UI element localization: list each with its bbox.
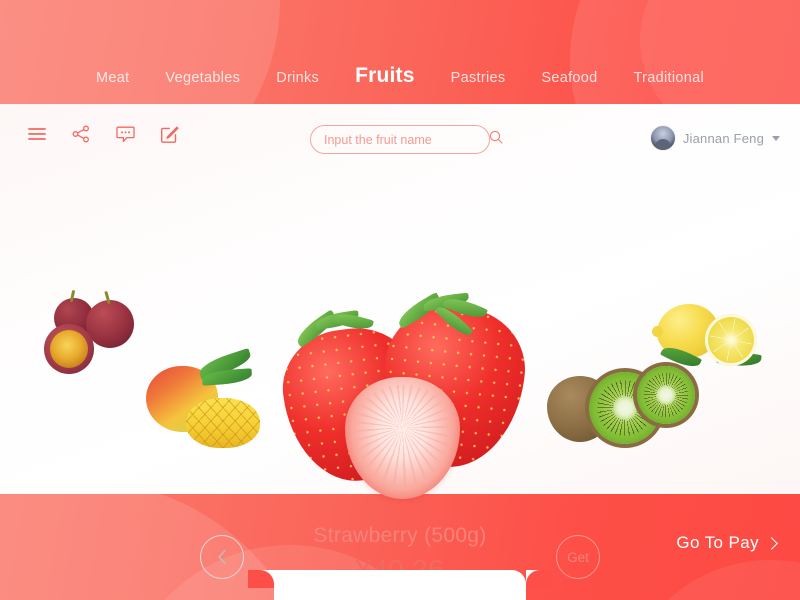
share-icon[interactable] — [70, 123, 92, 145]
user-menu[interactable]: Jiannan Feng — [650, 126, 780, 150]
avatar — [650, 126, 675, 150]
chevron-down-icon[interactable] — [772, 135, 780, 141]
hamburger-menu-icon[interactable] — [26, 123, 48, 145]
cart-drawer[interactable] — [248, 570, 552, 600]
fruit-lemon[interactable] — [652, 300, 765, 385]
nav-item-fruits[interactable]: Fruits — [355, 64, 415, 88]
fruit-mango[interactable] — [140, 348, 260, 459]
nav-item-meat[interactable]: Meat — [96, 70, 129, 86]
compose-edit-icon[interactable] — [158, 123, 180, 145]
chevron-left-icon — [217, 549, 226, 565]
nav-item-vegetables[interactable]: Vegetables — [165, 70, 240, 86]
search-input[interactable] — [324, 132, 485, 147]
user-name: Jiannan Feng — [682, 130, 764, 146]
lemon-half-cut — [705, 314, 757, 366]
get-button[interactable]: Get — [556, 535, 600, 579]
category-nav: Meat Vegetables Drinks Fruits Pastries S… — [0, 0, 800, 104]
cart-drawer-notch-left — [248, 570, 274, 588]
app-root: Meat Vegetables Drinks Fruits Pastries S… — [0, 0, 800, 600]
toolbar-icon-group — [26, 123, 180, 145]
go-to-pay-label: Go To Pay — [676, 533, 759, 552]
go-to-pay-button[interactable]: Go To Pay — [676, 533, 778, 553]
strawberry-cut-half — [345, 377, 460, 499]
mango-diced-half — [186, 398, 260, 448]
fruit-passion-fruit[interactable] — [36, 289, 136, 380]
prev-product-button[interactable] — [200, 535, 244, 579]
category-nav-list: Meat Vegetables Drinks Fruits Pastries S… — [96, 64, 704, 88]
chat-bubble-icon[interactable] — [114, 123, 136, 145]
nav-item-traditional[interactable]: Traditional — [634, 70, 704, 86]
nav-item-drinks[interactable]: Drinks — [276, 70, 319, 86]
fruit-strawberry-hero[interactable] — [275, 289, 531, 504]
search-icon[interactable] — [489, 130, 503, 149]
nav-item-seafood[interactable]: Seafood — [541, 70, 597, 86]
content-panel: Strawberry (500g) ¥40.26 Get — [0, 104, 800, 585]
search-box[interactable] — [310, 125, 503, 154]
passion-fruit-half-cut — [44, 324, 94, 374]
cart-drawer-notch-right — [526, 570, 552, 588]
passion-fruit-whole-b — [86, 300, 134, 348]
chevron-right-icon — [765, 536, 778, 550]
nav-item-pastries[interactable]: Pastries — [451, 70, 506, 86]
